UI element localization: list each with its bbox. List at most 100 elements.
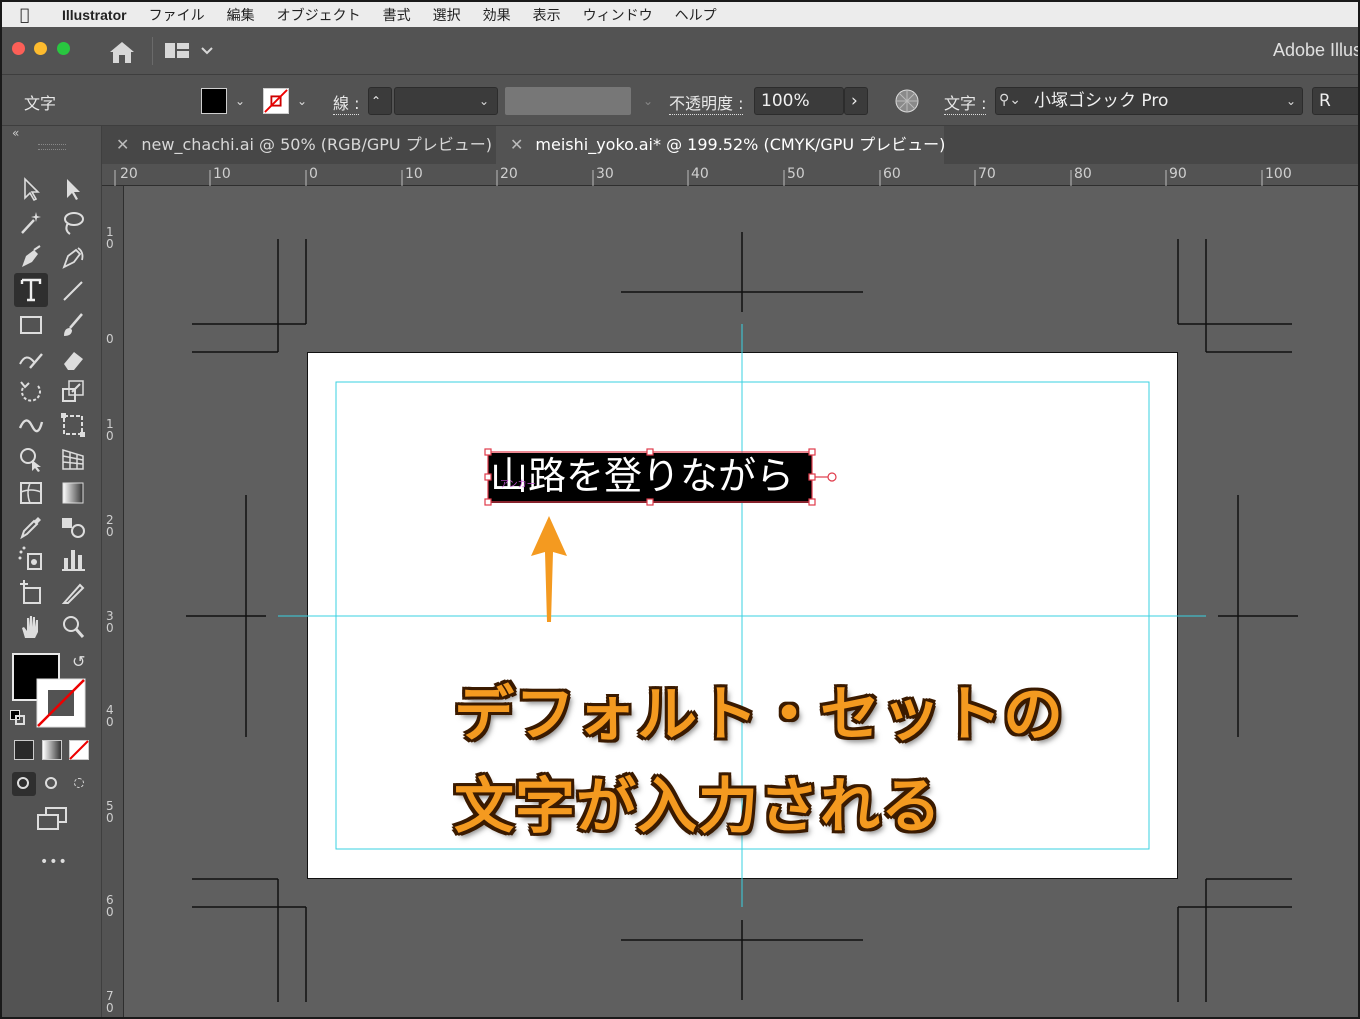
eyedropper-tool-icon[interactable] <box>16 512 46 542</box>
menu-edit[interactable]: 編集 <box>227 5 255 25</box>
screen-mode-icon[interactable] <box>36 806 68 832</box>
fill-swatch[interactable] <box>201 88 227 114</box>
close-tab-icon[interactable]: ✕ <box>116 135 129 154</box>
ruler-label: 90 <box>1169 166 1187 182</box>
color-mode-button[interactable] <box>14 740 34 760</box>
font-family-field[interactable]: 小塚ゴシック Pro <box>995 87 1303 115</box>
home-icon[interactable] <box>107 39 137 65</box>
rotate-tool-icon[interactable] <box>16 376 46 406</box>
mesh-tool-icon[interactable] <box>16 478 46 508</box>
scale-tool-icon[interactable] <box>58 376 88 406</box>
ruler-label: 1 0 <box>106 225 114 251</box>
zoom-window-button[interactable] <box>57 42 70 55</box>
ruler-label: 80 <box>1074 166 1092 182</box>
tab-label: meishi_yoko.ai* @ 199.52% (CMYK/GPU プレビュ… <box>535 135 946 154</box>
close-window-button[interactable] <box>12 42 25 55</box>
ruler-label: 7 0 <box>106 989 114 1015</box>
document-tabs: ✕ new_chachi.ai @ 50% (RGB/GPU プレビュー) ✕ me… <box>102 126 1358 164</box>
type-tool-icon[interactable] <box>14 273 48 307</box>
opacity-label[interactable]: 不透明度 : <box>669 90 744 115</box>
close-tab-icon[interactable]: ✕ <box>510 135 523 154</box>
perspective-grid-tool-icon[interactable] <box>58 444 88 474</box>
menu-object[interactable]: オブジェクト <box>277 5 361 25</box>
draw-behind-mode-icon[interactable] <box>40 772 64 796</box>
ruler-label: 10 <box>213 166 231 182</box>
collapse-panel-icon[interactable]: « <box>12 126 19 140</box>
annotation-arrow-icon <box>531 516 567 622</box>
symbol-sprayer-tool-icon[interactable] <box>16 544 46 574</box>
gradient-tool-icon[interactable] <box>58 478 88 508</box>
menu-view[interactable]: 表示 <box>533 5 561 25</box>
rectangle-tool-icon[interactable] <box>16 310 46 340</box>
edit-toolbar-button[interactable]: ••• <box>40 854 68 870</box>
stroke-none-swatch[interactable] <box>263 88 289 114</box>
zoom-tool-icon[interactable] <box>58 612 88 642</box>
draw-normal-mode-icon[interactable] <box>12 772 36 796</box>
fill-dropdown-chevron-icon[interactable]: ⌄ <box>230 88 250 114</box>
slice-tool-icon[interactable] <box>58 578 88 608</box>
hand-tool-icon[interactable] <box>16 612 46 642</box>
opacity-field[interactable]: 100% <box>754 87 844 115</box>
warp-tool-icon[interactable] <box>16 410 46 440</box>
stroke-dropdown-chevron-icon[interactable]: ⌄ <box>292 88 312 114</box>
pen-tool-icon[interactable] <box>16 242 46 272</box>
menu-effect[interactable]: 効果 <box>483 5 511 25</box>
menu-file[interactable]: ファイル <box>149 5 205 25</box>
vertical-ruler[interactable]: 1 0 0 1 0 2 0 3 0 4 0 5 0 6 0 7 0 <box>102 186 124 1017</box>
shape-builder-tool-icon[interactable] <box>16 444 46 474</box>
shaper-tool-icon[interactable] <box>16 344 46 374</box>
menu-type[interactable]: 書式 <box>383 5 411 25</box>
profile-chevron-icon[interactable]: ⌄ <box>638 88 658 114</box>
stroke-weight-chevron-icon[interactable]: ⌄ <box>474 88 494 114</box>
stroke-weight-label[interactable]: 線 : <box>333 90 360 115</box>
ruler-label: 6 0 <box>106 893 114 919</box>
magic-wand-tool-icon[interactable] <box>16 208 46 238</box>
ruler-label: 50 <box>787 166 805 182</box>
horizontal-ruler[interactable]: 20 10 0 10 20 30 40 50 60 70 80 90 100 <box>102 164 1358 186</box>
workspace-switcher-icon[interactable] <box>162 41 218 61</box>
swap-fill-stroke-icon[interactable]: ↺ <box>72 652 85 671</box>
line-segment-tool-icon[interactable] <box>58 276 88 306</box>
annotation-line-2: 文字が入力される <box>454 772 942 842</box>
font-family-chevron-icon[interactable]: ⌄ <box>1281 88 1301 114</box>
control-bar: 文字 ⌄ ⌄ 線 : ⌃ ⌄ ⌄ 不透明度 : 100% › 文字 : 小塚ゴシ… <box>2 75 1358 126</box>
mac-menubar:  Illustrator ファイル 編集 オブジェクト 書式 選択 効果 表示… <box>2 2 1358 27</box>
stroke-color-box[interactable] <box>36 678 86 728</box>
draw-inside-mode-icon[interactable] <box>68 772 92 796</box>
text-bounding-box: アンカー <box>484 448 837 506</box>
free-transform-tool-icon[interactable] <box>58 410 88 440</box>
column-graph-tool-icon[interactable] <box>58 544 88 574</box>
menu-window[interactable]: ウィンドウ <box>583 5 653 25</box>
ruler-label: 2 0 <box>106 513 114 539</box>
paintbrush-tool-icon[interactable] <box>58 310 88 340</box>
ruler-label: 30 <box>596 166 614 182</box>
apple-icon[interactable]:  <box>20 5 46 24</box>
ruler-label: 20 <box>500 166 518 182</box>
menu-app-name[interactable]: Illustrator <box>62 7 127 23</box>
lasso-tool-icon[interactable] <box>58 208 88 238</box>
default-fill-stroke-icon[interactable] <box>10 710 26 726</box>
font-label[interactable]: 文字 : <box>944 90 987 115</box>
stroke-stepper[interactable]: ⌃ <box>368 87 392 115</box>
eraser-tool-icon[interactable] <box>58 344 88 374</box>
menu-select[interactable]: 選択 <box>433 5 461 25</box>
variable-width-profile[interactable] <box>505 87 631 115</box>
recolor-artwork-icon[interactable] <box>894 88 920 114</box>
font-style-field[interactable]: R <box>1312 87 1358 115</box>
font-search-icon[interactable]: ⚲⌄ <box>999 92 1021 108</box>
none-mode-button[interactable] <box>69 740 89 760</box>
opacity-arrow-icon[interactable]: › <box>844 87 868 115</box>
direct-selection-tool-icon[interactable] <box>58 174 88 204</box>
selection-tool-icon[interactable] <box>16 174 46 204</box>
ruler-label: 20 <box>120 166 138 182</box>
tab-meishi-yoko[interactable]: ✕ meishi_yoko.ai* @ 199.52% (CMYK/GPU プレビ… <box>496 126 946 164</box>
titlebar-divider <box>152 37 153 65</box>
menu-help[interactable]: ヘルプ <box>675 5 717 25</box>
minimize-window-button[interactable] <box>34 42 47 55</box>
gradient-mode-button[interactable] <box>42 740 62 760</box>
artboard-tool-icon[interactable] <box>16 578 46 608</box>
curvature-tool-icon[interactable] <box>58 242 88 272</box>
panel-grip[interactable] <box>38 144 66 150</box>
blend-tool-icon[interactable] <box>58 512 88 542</box>
tab-new-chachi[interactable]: ✕ new_chachi.ai @ 50% (RGB/GPU プレビュー) <box>102 126 496 164</box>
